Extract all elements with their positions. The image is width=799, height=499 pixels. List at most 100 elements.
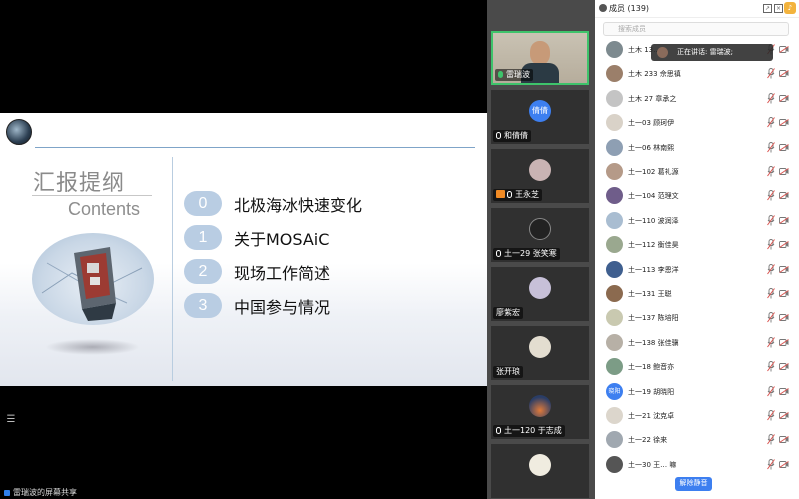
avatar: 晓阳: [606, 382, 623, 400]
member-row[interactable]: 土一113 李恩洋: [595, 258, 799, 282]
video-tile[interactable]: [491, 444, 589, 498]
video-tile[interactable]: 倩倩 和倩倩: [491, 90, 589, 144]
member-name: 土一137 陈培阳: [628, 314, 679, 323]
mic-muted-icon[interactable]: [767, 361, 775, 372]
speaker-avatar: [657, 47, 668, 58]
mic-muted-icon[interactable]: [767, 288, 775, 299]
camera-off-icon[interactable]: [779, 168, 789, 175]
camera-off-icon[interactable]: [779, 70, 789, 78]
agenda-number: 3: [184, 293, 222, 318]
video-tile[interactable]: 张开琅: [491, 326, 589, 380]
camera-off-icon[interactable]: [779, 338, 789, 346]
tile-name: 和倩倩: [504, 131, 528, 140]
tile-name: 土一120 于志成: [504, 426, 562, 435]
tile-name-tag: 土一120 于志成: [493, 425, 565, 437]
member-name: 土一18 鲍音亦: [628, 363, 675, 372]
member-name: 土一138 张佳骥: [628, 338, 679, 347]
mic-icon: [496, 250, 501, 257]
mic-muted-icon[interactable]: [767, 117, 775, 128]
tile-name: 廖紫宏: [496, 308, 520, 317]
agenda-number: 2: [184, 259, 222, 284]
mic-muted-icon[interactable]: [767, 336, 775, 348]
camera-off-icon[interactable]: [779, 216, 789, 224]
member-row[interactable]: 土一137 陈培阳: [595, 306, 799, 330]
camera-off-icon[interactable]: [779, 143, 789, 151]
member-row[interactable]: 土一131 王聪: [595, 282, 799, 306]
mic-muted-icon[interactable]: [767, 239, 775, 250]
camera-off-icon[interactable]: [779, 460, 789, 468]
mic-muted-icon[interactable]: [767, 458, 775, 470]
tile-name-tag: 和倩倩: [493, 130, 531, 142]
mic-muted-icon[interactable]: [767, 214, 775, 226]
mic-muted-icon[interactable]: [767, 434, 775, 445]
mic-muted-icon[interactable]: [767, 92, 775, 104]
camera-off-icon[interactable]: [779, 314, 789, 322]
meeting-window: 汇报提纲 Contents 0 北极海冰快速变化 1 关于MOSAiC 2 现场…: [0, 0, 799, 499]
video-tile[interactable]: 土一29 张笑寒: [491, 208, 589, 262]
camera-off-icon[interactable]: [779, 46, 789, 53]
member-row[interactable]: 晓阳 土一19 胡晓阳: [595, 380, 799, 404]
member-name: 土一21 沈克卓: [628, 412, 675, 420]
camera-off-icon[interactable]: [779, 290, 789, 297]
mic-muted-icon[interactable]: [767, 385, 775, 397]
member-row[interactable]: 土一18 鲍音亦: [595, 355, 799, 379]
member-row[interactable]: 土一30 王… 嘛: [595, 453, 799, 474]
video-tile-strip[interactable]: 雷瑞波 倩倩 和倩倩 王永芝 土一29 张笑寒 廖紫宏 张开琅 土一120 于志…: [487, 0, 595, 499]
avatar: [606, 236, 623, 254]
member-name: 土一06 林南熙: [628, 143, 675, 152]
member-list[interactable]: 土木 13… 土木 233 佘思禛 土木 27 章承之 土一03 顾珂伊 土一06 林南…: [595, 38, 799, 474]
mic-muted-icon[interactable]: [767, 166, 775, 177]
member-name: 土一113 李恩洋: [628, 265, 679, 274]
avatar: [529, 277, 551, 299]
avatar: [606, 431, 623, 449]
mic-muted-icon[interactable]: [767, 312, 775, 323]
member-row[interactable]: 土一110 波润泽: [595, 209, 799, 233]
tile-name-tag: 王永芝: [493, 189, 542, 201]
slide-header-rule: [35, 147, 475, 148]
camera-off-icon[interactable]: [779, 265, 789, 273]
list-menu-icon[interactable]: ☰: [4, 413, 18, 427]
member-row[interactable]: 土木 27 章承之: [595, 87, 799, 111]
camera-off-icon[interactable]: [779, 363, 789, 371]
member-row[interactable]: 土一112 衡佳昊: [595, 233, 799, 257]
mic-muted-icon[interactable]: [767, 190, 775, 201]
member-row[interactable]: 土一03 顾珂伊: [595, 111, 799, 135]
notification-icon[interactable]: ♪: [784, 2, 796, 14]
video-tile[interactable]: 王永芝: [491, 149, 589, 203]
member-row[interactable]: 土一138 张佳骥: [595, 331, 799, 355]
member-row[interactable]: 土一104 范理文: [595, 184, 799, 208]
mic-muted-icon[interactable]: [767, 68, 775, 79]
mic-muted-icon[interactable]: [767, 410, 775, 421]
agenda-number: 0: [184, 191, 222, 216]
member-name: 土一30 王… 嘛: [628, 460, 677, 469]
screen-share-label: 雷瑞波的屏幕共享: [13, 488, 77, 497]
member-row[interactable]: 土木 233 佘思禛: [595, 62, 799, 86]
video-tile[interactable]: 雷瑞波: [491, 31, 589, 85]
camera-off-icon[interactable]: [779, 412, 789, 419]
camera-off-icon[interactable]: [779, 94, 789, 102]
speaking-text: 正在讲话: 雷瑞波;: [677, 48, 733, 56]
close-icon[interactable]: ×: [774, 4, 783, 13]
mic-muted-icon[interactable]: [767, 141, 775, 153]
member-row[interactable]: 土一21 沈克卓: [595, 404, 799, 428]
member-row[interactable]: 土一06 林南熙: [595, 136, 799, 160]
member-row[interactable]: 土一22 徐来: [595, 428, 799, 452]
popout-icon[interactable]: ↗: [763, 4, 772, 13]
video-tile[interactable]: 廖紫宏: [491, 267, 589, 321]
camera-off-icon[interactable]: [779, 436, 789, 444]
user-icon: [599, 4, 607, 12]
member-search-input[interactable]: 搜索成员: [603, 22, 789, 36]
avatar: [529, 454, 551, 476]
member-name: 土一102 葛礼源: [628, 168, 679, 176]
video-tile[interactable]: 土一120 于志成: [491, 385, 589, 439]
mic-muted-icon[interactable]: [767, 263, 775, 275]
camera-off-icon[interactable]: [779, 241, 789, 249]
avatar: [606, 89, 623, 107]
camera-off-icon[interactable]: [779, 387, 789, 395]
member-row[interactable]: 土一102 葛礼源: [595, 160, 799, 184]
tile-name-tag: 雷瑞波: [495, 69, 533, 81]
camera-off-icon[interactable]: [779, 119, 789, 127]
unmute-all-button[interactable]: 解除静音: [675, 477, 712, 491]
screen-share-indicator: 雷瑞波的屏幕共享: [0, 486, 200, 499]
camera-off-icon[interactable]: [779, 192, 789, 200]
